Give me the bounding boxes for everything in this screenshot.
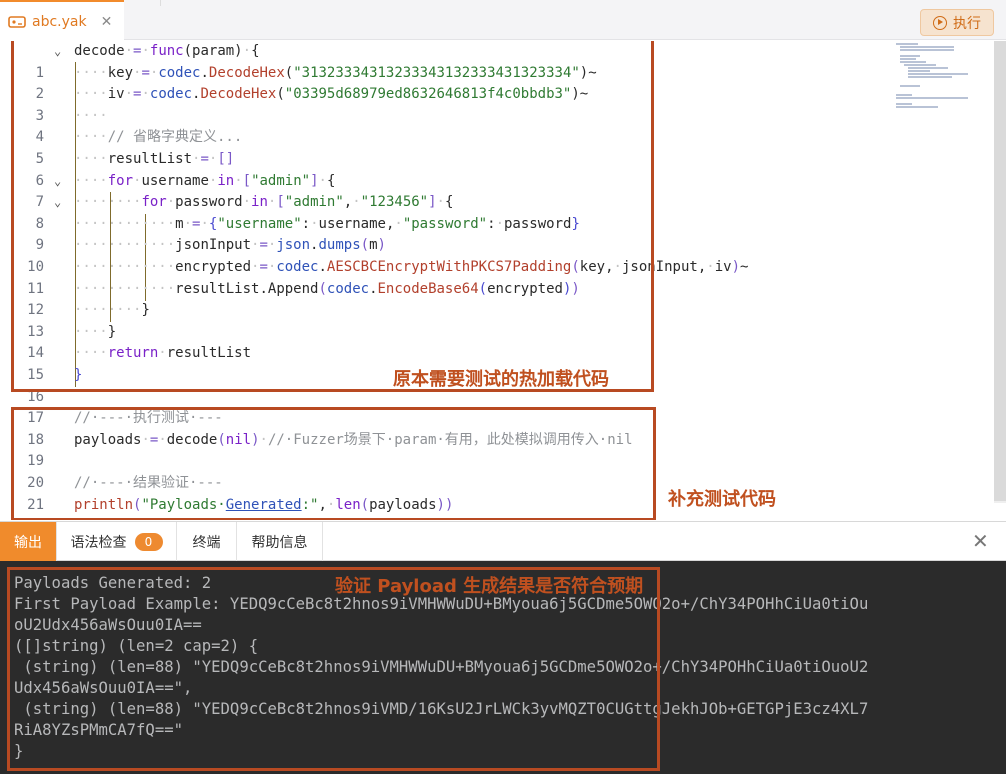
- run-button-label: 执行: [953, 15, 981, 32]
- output-console[interactable]: Payloads Generated: 2 First Payload Exam…: [0, 561, 1006, 774]
- close-icon[interactable]: ✕: [972, 529, 989, 553]
- tab-syntax-check-label: 语法检查: [70, 534, 127, 551]
- tab-help[interactable]: 帮助信息: [237, 522, 323, 561]
- annotation-box-hotload-code: [11, 41, 654, 392]
- code-editor[interactable]: 1 ⌄ decode·=·func(param)·{ 2 ····key·=·c…: [0, 41, 1006, 520]
- file-tab-label: abc.yak: [32, 13, 87, 30]
- play-circle-icon: [933, 15, 947, 30]
- tab-divider: [160, 0, 161, 6]
- close-tab-icon[interactable]: ✕: [101, 14, 113, 30]
- minimap[interactable]: [894, 41, 994, 119]
- bottom-panel-tabs: 输出 语法检查 0 终端 帮助信息: [0, 521, 1006, 561]
- error-count-badge: 0: [134, 532, 163, 551]
- tab-output-label: 输出: [14, 534, 42, 551]
- tab-syntax-check[interactable]: 语法检查 0: [57, 522, 177, 561]
- annotation-label-test-code: 补充测试代码: [668, 489, 776, 510]
- editor-tab-bar: abc.yak ✕ 执行: [0, 0, 1006, 41]
- annotation-box-test-code: [11, 407, 656, 520]
- annotation-label-hotload-code: 原本需要测试的热加载代码: [393, 369, 609, 390]
- yak-file-icon: [8, 15, 26, 28]
- editor-scrollbar[interactable]: [994, 41, 1006, 503]
- file-tab-abc-yak[interactable]: abc.yak ✕: [0, 0, 124, 41]
- scrollbar-thumb[interactable]: [994, 41, 1006, 501]
- run-button[interactable]: 执行: [920, 9, 994, 36]
- tab-terminal-label: 终端: [192, 534, 221, 551]
- tab-help-label: 帮助信息: [251, 534, 308, 551]
- tab-output[interactable]: 输出: [0, 522, 57, 561]
- annotation-label-output: 验证 Payload 生成结果是否符合预期: [335, 576, 644, 597]
- tab-terminal[interactable]: 终端: [177, 522, 237, 561]
